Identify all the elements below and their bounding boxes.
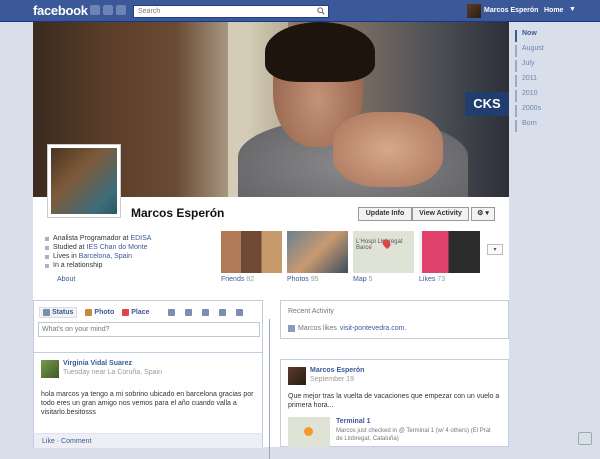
post-author-avatar[interactable]: [41, 360, 59, 378]
timeline-spine: [269, 319, 270, 459]
search-input[interactable]: Search: [133, 5, 329, 18]
checkin-map[interactable]: [288, 417, 330, 447]
profile-name-bar: Marcos Esperón Update Info View Activity…: [33, 197, 509, 229]
topbar-avatar[interactable]: [467, 4, 481, 18]
map-label[interactable]: Map 5: [353, 276, 372, 283]
scrubber-2011[interactable]: 2011: [515, 75, 537, 87]
chat-icon[interactable]: [578, 432, 592, 445]
cover-sign: CKS: [465, 92, 509, 116]
info-location: Lives in Barcelona, Spain: [45, 252, 225, 261]
post-author[interactable]: Virginia Vidal Suarez: [63, 360, 132, 367]
travel-icon[interactable]: [236, 309, 243, 316]
info-work: Analista Programador at EDISA: [45, 234, 225, 243]
like-icon: [288, 325, 295, 332]
life-event-icon[interactable]: [168, 309, 175, 316]
messages-icon[interactable]: [103, 5, 113, 15]
checkin-title[interactable]: Terminal 1: [336, 418, 371, 425]
profile-name: Marcos Esperón: [131, 206, 225, 220]
info-education: Studied at IES Chan do Monte: [45, 243, 225, 252]
friends-label[interactable]: Friends 82: [221, 276, 254, 283]
heart-icon[interactable]: [185, 309, 192, 316]
place-icon: [122, 309, 130, 316]
update-info-button[interactable]: Update Info: [358, 207, 412, 221]
friend-requests-icon[interactable]: [90, 5, 100, 15]
photos-label[interactable]: Photos 95: [287, 276, 319, 283]
search-icon[interactable]: [317, 7, 325, 15]
post-text: hola marcos ya tengo a mi sobrino ubicad…: [41, 391, 254, 416]
friends-thumbnail[interactable]: [221, 231, 282, 273]
post-date[interactable]: Tuesday near La Coruña, Spain: [63, 369, 162, 376]
about-link[interactable]: About: [57, 276, 75, 283]
scrubber-july[interactable]: July: [515, 60, 534, 72]
profile-info: Analista Programador at EDISA Studied at…: [45, 234, 225, 270]
topbar-user-name[interactable]: Marcos Esperón: [484, 7, 538, 14]
recent-activity-box: Recent Activity Marcos likes visit-ponte…: [280, 300, 509, 339]
map-thumbnail[interactable]: L'Hospi Llobregat Barce: [353, 231, 414, 273]
health-icon[interactable]: [219, 309, 226, 316]
composer-tabs: Status Photo Place: [39, 307, 150, 318]
like-comment-links[interactable]: Like · Comment: [42, 438, 91, 445]
timeline-post-right: Marcos Esperón September 19 Que mejor tr…: [280, 359, 509, 447]
scrubber-2000s[interactable]: 2000s: [515, 105, 541, 117]
search-placeholder: Search: [138, 8, 161, 15]
photo-icon: [85, 309, 93, 316]
school-link[interactable]: IES Chan do Monte: [86, 244, 147, 251]
place-tab[interactable]: Place: [122, 307, 150, 318]
home-link[interactable]: Home: [544, 7, 563, 14]
status-icon: [43, 309, 50, 316]
scrubber-2010[interactable]: 2010: [515, 90, 538, 102]
recent-activity-title: Recent Activity: [288, 308, 334, 315]
recent-activity-link[interactable]: visit-pontevedra.com.: [340, 325, 407, 332]
notifications-icon[interactable]: [116, 5, 126, 15]
scrubber-born[interactable]: Born: [515, 120, 537, 132]
post-author-avatar[interactable]: [288, 367, 306, 385]
location-pin-icon: [304, 427, 313, 436]
post-actions-bar: Like · Comment: [34, 433, 262, 448]
whats-on-your-mind-input[interactable]: What's on your mind?: [38, 322, 260, 337]
facebook-logo[interactable]: facebook: [33, 3, 88, 18]
recent-activity-item: Marcos likes visit-pontevedra.com.: [288, 325, 406, 332]
view-activity-button[interactable]: View Activity: [412, 207, 469, 221]
more-sections-button[interactable]: ▾: [487, 244, 503, 255]
post-author[interactable]: Marcos Esperón: [310, 367, 364, 374]
work-link[interactable]: EDISA: [130, 235, 151, 242]
timeline-main: CKS Marcos Esperón Update Info View Acti…: [33, 22, 509, 459]
status-tab[interactable]: Status: [39, 307, 78, 318]
composer-extra-icons: [168, 309, 243, 316]
scrubber-now[interactable]: Now: [515, 30, 537, 42]
likes-thumbnail[interactable]: [419, 231, 480, 273]
notification-jewels: [90, 5, 126, 15]
post-text: Que mejor tras la vuelta de vacaciones q…: [288, 393, 500, 409]
checkin-text: Marcos just checked in @ Terminal 1 (w/ …: [336, 428, 491, 442]
location-link[interactable]: Barcelona, Spain: [79, 253, 132, 260]
account-menu-icon[interactable]: ▼: [569, 6, 576, 13]
timeline-post-left: Virginia Vidal Suarez Tuesday near La Co…: [33, 352, 263, 448]
settings-menu-button[interactable]: ⚙ ▾: [471, 207, 495, 221]
likes-label[interactable]: Likes 73: [419, 276, 445, 283]
post-date[interactable]: September 19: [310, 376, 354, 383]
top-bar: facebook Search Marcos Esperón Home ▼: [0, 0, 600, 22]
scrubber-august[interactable]: August: [515, 45, 544, 57]
photo-tab[interactable]: Photo: [85, 307, 114, 318]
home-icon[interactable]: [202, 309, 209, 316]
photos-thumbnail[interactable]: [287, 231, 348, 273]
info-relationship: In a relationship: [45, 261, 225, 270]
